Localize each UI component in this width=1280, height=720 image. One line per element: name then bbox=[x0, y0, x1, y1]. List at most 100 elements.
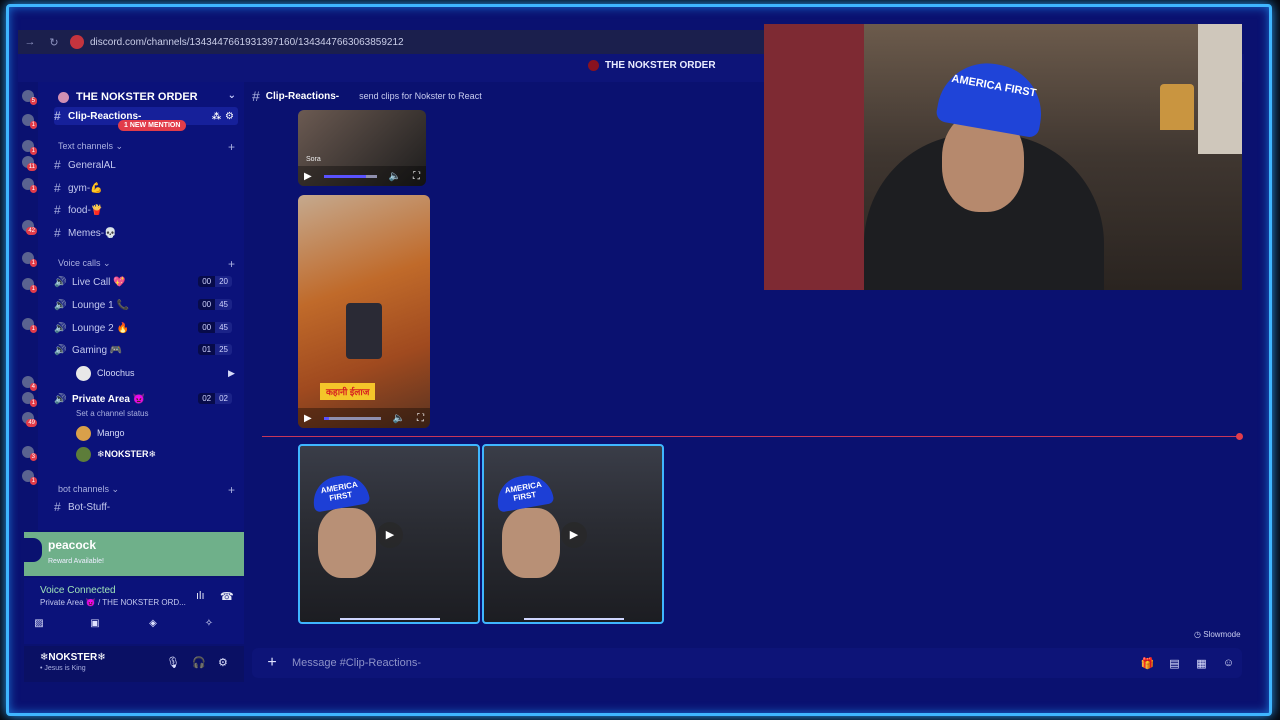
fullscreen-icon[interactable]: ⛶ bbox=[417, 413, 424, 424]
video-thumbnail[interactable]: AMERICA FIRST ▶ bbox=[482, 444, 664, 624]
voice-channel-live-call[interactable]: 🔊 Live Call 💖 00 20 bbox=[54, 273, 238, 291]
disconnect-icon[interactable]: ☎ bbox=[220, 590, 234, 603]
play-icon[interactable]: ▶ bbox=[561, 522, 587, 548]
add-channel-icon[interactable]: + bbox=[228, 140, 235, 154]
server-icon[interactable]: 1 bbox=[22, 278, 37, 293]
voice-member-cloochus[interactable]: Cloochus ▶ bbox=[76, 364, 235, 382]
video-controls: ▶ 🔈 ⛶ bbox=[298, 166, 426, 186]
category-text-channels[interactable]: Text channels ⌄ + bbox=[58, 140, 235, 154]
slowmode-indicator: ◷ Slowmode bbox=[1194, 630, 1241, 639]
video-progress[interactable] bbox=[323, 416, 381, 420]
promo-badge-icon bbox=[24, 538, 42, 562]
reload-icon[interactable]: ↻ bbox=[42, 36, 66, 49]
category-voice-calls[interactable]: Voice calls ⌄ + bbox=[58, 257, 235, 271]
peacock-promo[interactable]: peacock Reward Available! bbox=[24, 532, 244, 576]
server-icon[interactable]: 42 bbox=[22, 220, 37, 235]
speaker-icon: 🔊 bbox=[54, 344, 67, 356]
video-progress[interactable] bbox=[323, 174, 377, 178]
browser-address-bar[interactable]: → ↻ discord.com/channels/134344766193139… bbox=[18, 30, 764, 54]
server-icon[interactable]: 1 bbox=[22, 470, 37, 485]
voice-channel-private-area[interactable]: 🔊 Private Area 👿 02 02 bbox=[54, 390, 238, 408]
server-rail: 5 1 1 11 1 42 1 1 1 4 1 49 3 1 bbox=[18, 82, 38, 530]
server-icon[interactable]: 3 bbox=[22, 446, 37, 461]
voice-member-mango[interactable]: Mango bbox=[76, 424, 125, 442]
thumbnail-face bbox=[502, 508, 560, 578]
channel-item-general[interactable]: # GeneralAL bbox=[54, 156, 238, 174]
lamp bbox=[1160, 84, 1194, 130]
window-blinds bbox=[1198, 24, 1242, 154]
user-panel: ❄NOKSTER❄ • Jesus is King 🎙 🎧 ⚙ bbox=[24, 646, 244, 682]
voice-location[interactable]: Private Area 👿 / THE NOKSTER ORD... bbox=[40, 598, 186, 607]
server-icon[interactable]: 1 bbox=[22, 252, 37, 267]
soundboard-icon[interactable]: ✧ bbox=[198, 618, 220, 634]
user-counter: 02 02 bbox=[198, 393, 232, 404]
activity-icon[interactable]: ◈ bbox=[142, 618, 164, 634]
voice-channel-lounge-1[interactable]: 🔊 Lounge 1 📞 00 45 bbox=[54, 296, 238, 314]
volume-icon[interactable]: 🔈 bbox=[389, 171, 401, 182]
server-icon[interactable]: 1 bbox=[22, 392, 37, 407]
signal-icon[interactable]: ılı bbox=[196, 590, 205, 602]
gif-icon[interactable]: ▤ bbox=[1161, 657, 1188, 670]
channel-item-bot-stuff[interactable]: # Bot-Stuff- bbox=[54, 498, 238, 516]
invite-icon[interactable]: ⁂ bbox=[212, 111, 221, 122]
add-channel-icon[interactable]: + bbox=[228, 483, 235, 497]
add-channel-icon[interactable]: + bbox=[228, 257, 235, 271]
fullscreen-icon[interactable]: ⛶ bbox=[413, 171, 420, 182]
site-icon bbox=[70, 35, 84, 49]
url-text[interactable]: discord.com/channels/1343447661931397160… bbox=[90, 37, 404, 48]
hash-icon: # bbox=[54, 226, 61, 240]
gift-icon[interactable]: 🎁 bbox=[1134, 657, 1161, 670]
server-icon[interactable]: 11 bbox=[22, 156, 37, 171]
voice-channel-gaming[interactable]: 🔊 Gaming 🎮 01 25 bbox=[54, 341, 238, 359]
speaker-icon: 🔊 bbox=[54, 393, 67, 405]
screen-share-icon[interactable]: ▣ bbox=[84, 618, 106, 634]
microphone-icon[interactable]: 🎙 bbox=[166, 656, 180, 669]
sticker-icon[interactable]: ▦ bbox=[1188, 657, 1215, 670]
channel-item-memes[interactable]: # Memes-💀 bbox=[54, 224, 238, 242]
headphones-icon[interactable]: 🎧 bbox=[192, 656, 206, 669]
category-bot-channels[interactable]: bot channels ⌄ + bbox=[58, 483, 235, 497]
server-header[interactable]: THE NOKSTER ORDER ⌄ bbox=[38, 87, 244, 107]
new-mention-badge[interactable]: 1 NEW MENTION bbox=[118, 120, 187, 131]
video-attachment[interactable]: कहानी ईलाज ▶ 🔈 ⛶ bbox=[298, 195, 430, 428]
play-icon[interactable]: ▶ bbox=[304, 171, 312, 182]
new-messages-divider bbox=[262, 433, 1243, 440]
camera-off-icon[interactable]: ▨ bbox=[28, 618, 50, 634]
hash-icon: # bbox=[54, 181, 61, 195]
video-icon: ▶ bbox=[228, 367, 235, 378]
voice-channel-lounge-2[interactable]: 🔊 Lounge 2 🔥 00 45 bbox=[54, 319, 238, 337]
server-icon[interactable]: 4 bbox=[22, 376, 37, 391]
channel-item-gym[interactable]: # gym-💪 bbox=[54, 179, 238, 197]
play-icon[interactable]: ▶ bbox=[377, 522, 403, 548]
video-attachment[interactable]: Sora ▶ 🔈 ⛶ bbox=[298, 110, 426, 186]
server-icon[interactable]: 1 bbox=[22, 318, 37, 333]
username[interactable]: ❄NOKSTER❄ bbox=[40, 652, 106, 663]
webcam-overlay: AMERICA FIRST bbox=[764, 24, 1242, 290]
server-title: THE NOKSTER ORDER bbox=[588, 60, 716, 71]
channel-item-food[interactable]: # food-🍟 bbox=[54, 201, 238, 219]
gear-icon[interactable]: ⚙ bbox=[218, 656, 228, 669]
channel-topic[interactable]: send clips for Nokster to React bbox=[359, 91, 482, 101]
emoji-icon[interactable]: ☺ bbox=[1215, 657, 1242, 669]
speaker-icon: 🔊 bbox=[54, 299, 67, 311]
volume-icon[interactable]: 🔈 bbox=[393, 413, 405, 424]
server-icon[interactable]: 1 bbox=[22, 178, 37, 193]
message-input[interactable]: Message #Clip-Reactions- bbox=[292, 657, 1134, 669]
voice-member-nokster[interactable]: ❄NOKSTER❄ bbox=[76, 445, 156, 463]
voice-connected-panel: Voice Connected Private Area 👿 / THE NOK… bbox=[24, 578, 244, 644]
hash-icon: # bbox=[54, 158, 61, 172]
server-icon[interactable]: 5 bbox=[22, 90, 37, 105]
gear-icon[interactable]: ⚙ bbox=[225, 111, 234, 122]
video-thumbnail[interactable]: AMERICA FIRST ▶ bbox=[298, 444, 480, 624]
attach-plus-icon[interactable]: + bbox=[252, 654, 292, 672]
forward-icon[interactable]: → bbox=[18, 36, 42, 48]
play-icon[interactable]: ▶ bbox=[304, 413, 312, 424]
server-icon[interactable]: 1 bbox=[22, 140, 37, 155]
channel-status-prompt[interactable]: Set a channel status bbox=[76, 409, 149, 418]
video-caption: कहानी ईलाज bbox=[320, 383, 376, 400]
hash-icon: # bbox=[54, 500, 61, 514]
server-icon[interactable]: 1 bbox=[22, 114, 37, 129]
cap-text: AMERICA FIRST bbox=[493, 471, 555, 513]
chevron-down-icon[interactable]: ⌄ bbox=[228, 90, 236, 101]
server-icon[interactable]: 49 bbox=[22, 412, 37, 427]
